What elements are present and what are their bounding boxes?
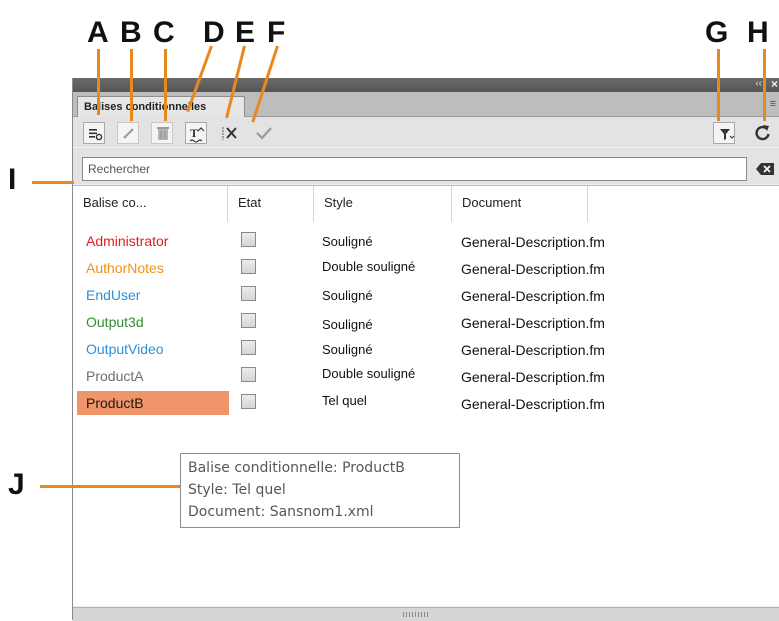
svg-text:T: T [190, 126, 198, 140]
document-cell: General-Description.fm [461, 315, 605, 331]
remove-tag-icon [222, 127, 237, 140]
callout-line-a [97, 49, 100, 115]
tag-tooltip: Balise conditionnelle: ProductB Style: T… [180, 453, 460, 528]
filter-button[interactable] [713, 122, 735, 144]
scrollbar-grip[interactable] [403, 612, 429, 617]
tooltip-style-line: Style: Tel quel [188, 482, 286, 498]
column-header-state[interactable]: Etat [228, 186, 314, 222]
style-cell: Souligné [322, 288, 373, 303]
document-cell: General-Description.fm [461, 369, 605, 385]
callout-line-b [130, 49, 133, 121]
callout-f: F [267, 16, 286, 49]
callout-c: C [153, 16, 175, 49]
document-cell: General-Description.fm [461, 261, 605, 277]
style-cell: Double souligné [322, 366, 416, 381]
callout-e: E [235, 16, 256, 49]
table-row[interactable]: OutputVideo Souligné General-Description.f… [73, 337, 779, 364]
document-cell: General-Description.fm [461, 288, 605, 304]
callout-i: I [8, 163, 17, 196]
tag-name-cell[interactable]: ProductB [77, 391, 229, 415]
search-row [73, 148, 779, 184]
close-icon[interactable]: × [771, 77, 778, 91]
style-cell: Tel quel [322, 393, 367, 408]
table-row[interactable]: ProductB Tel quel General-Description.fm [73, 391, 779, 418]
state-checkbox[interactable] [241, 259, 256, 274]
table-row[interactable]: EndUser Souligné General-Description.fm [73, 283, 779, 310]
refresh-icon [755, 125, 770, 141]
state-checkbox[interactable] [241, 340, 256, 355]
tag-name-cell[interactable]: OutputVideo [77, 337, 229, 361]
tooltip-document-line: Document: Sansnom1.xml [188, 504, 374, 520]
conditional-tag-settings-button[interactable] [83, 122, 105, 144]
conditional-tags-panel: ‹‹ × Balises conditionnelles ≡ T Recherc… [72, 77, 779, 621]
callout-line-g [717, 49, 720, 121]
apply-button[interactable] [253, 122, 275, 144]
document-cell: General-Description.fm [461, 234, 605, 250]
callout-line-j [40, 485, 180, 488]
state-checkbox[interactable] [241, 232, 256, 247]
style-cell: Souligné [322, 234, 373, 249]
state-checkbox[interactable] [241, 286, 256, 301]
callout-line-h [763, 49, 766, 121]
callout-line-i [32, 181, 74, 184]
edit-pencil-icon [123, 128, 134, 139]
callout-h: H [747, 16, 769, 49]
tags-table: Balise co... Etat Style Document Adminis… [73, 185, 779, 606]
collapse-icon[interactable]: ‹‹ [755, 78, 762, 89]
edit-button[interactable] [117, 122, 139, 144]
column-header-tag[interactable]: Balise co... [73, 186, 228, 222]
table-row[interactable]: Administrator Souligné General-Description… [73, 229, 779, 256]
callout-line-c [164, 49, 167, 121]
panel-menu-icon[interactable]: ≡ [770, 98, 776, 110]
tab-conditional-tags[interactable]: Balises conditionnelles [77, 96, 245, 117]
style-cell: Souligné [322, 342, 373, 357]
refresh-button[interactable] [751, 122, 773, 144]
tag-name-cell[interactable]: ProductA [77, 364, 229, 388]
tag-name-cell[interactable]: AuthorNotes [77, 256, 229, 280]
search-input[interactable] [82, 157, 747, 181]
callout-b: B [120, 16, 142, 49]
tag-name-cell[interactable]: Administrator [77, 229, 229, 253]
state-checkbox[interactable] [241, 394, 256, 409]
apply-checkmark-icon [256, 127, 272, 140]
column-header-style[interactable]: Style [314, 186, 452, 222]
style-cell: Double souligné [322, 259, 416, 274]
apply-format-icon: T [189, 126, 205, 143]
tooltip-tag-line: Balise conditionnelle: ProductB [188, 460, 405, 476]
remove-tag-button[interactable] [219, 122, 241, 144]
callout-g: G [705, 16, 729, 49]
table-row[interactable]: Output3d Souligné General-Description.fm [73, 310, 779, 337]
callout-j: J [8, 468, 25, 501]
conditional-tag-settings-icon [89, 129, 103, 141]
delete-trash-icon [157, 127, 169, 140]
panel-tab-bar: Balises conditionnelles ≡ [73, 92, 779, 117]
horizontal-scrollbar[interactable] [73, 607, 779, 621]
state-checkbox[interactable] [241, 367, 256, 382]
table-row[interactable]: AuthorNotes Double souligné General-Descri… [73, 256, 779, 283]
state-checkbox[interactable] [241, 313, 256, 328]
tag-name-cell[interactable]: Output3d [77, 310, 229, 334]
callout-a: A [87, 16, 109, 49]
panel-title-bar: ‹‹ × [73, 77, 779, 92]
document-cell: General-Description.fm [461, 342, 605, 358]
clear-search-icon[interactable] [754, 160, 776, 178]
callout-d: D [203, 16, 225, 49]
table-row[interactable]: ProductA Double souligné General-Descripti… [73, 364, 779, 391]
style-cell: Souligné [322, 317, 373, 332]
toolbar: T [73, 117, 779, 147]
delete-button[interactable] [151, 122, 173, 144]
column-header-document[interactable]: Document [452, 186, 588, 222]
document-cell: General-Description.fm [461, 396, 605, 412]
apply-format-button[interactable]: T [185, 122, 207, 144]
tag-name-cell[interactable]: EndUser [77, 283, 229, 307]
filter-icon [720, 129, 735, 140]
